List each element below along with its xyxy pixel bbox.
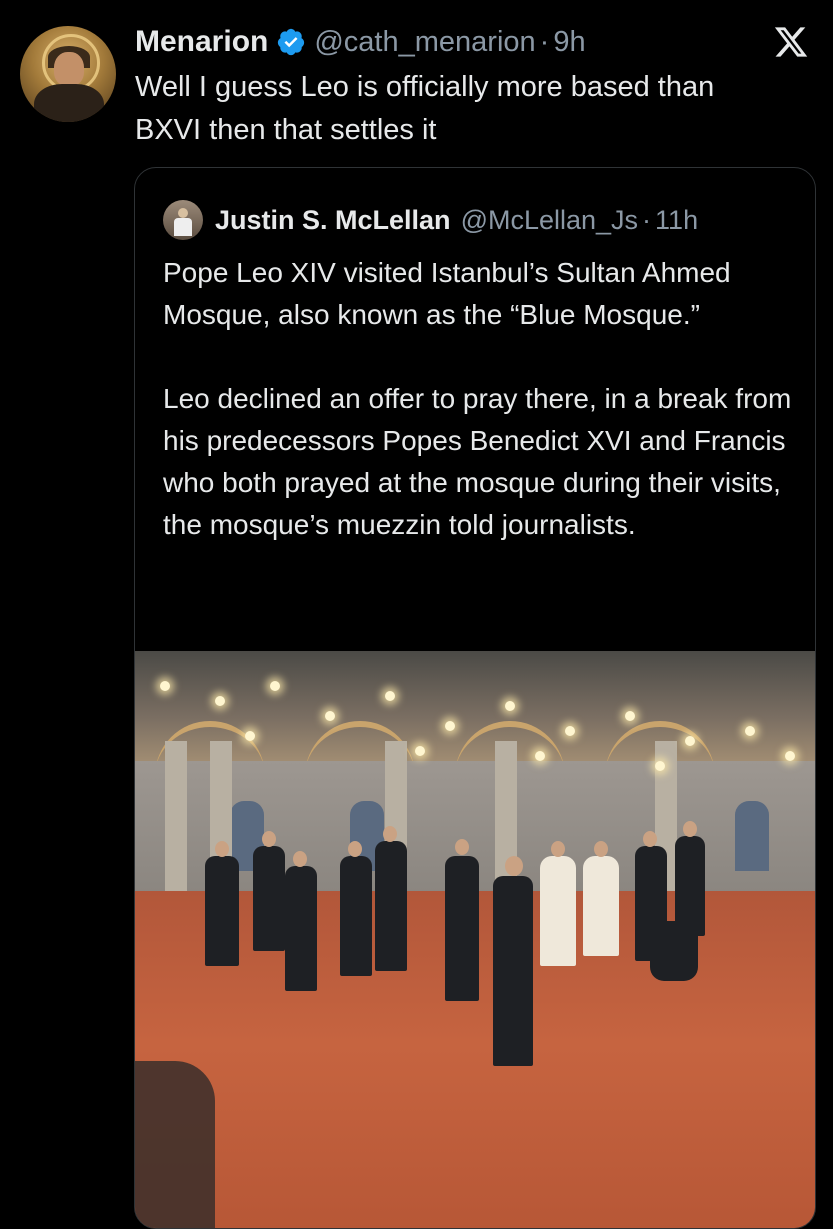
- quoted-tweet-text: Pope Leo XIV visited Istanbul’s Sultan A…: [163, 252, 793, 588]
- photo-lamp: [270, 681, 280, 691]
- photo-lamp: [685, 736, 695, 746]
- photo-person: [253, 846, 285, 951]
- photo-person: [285, 866, 317, 991]
- photo-person: [493, 876, 533, 1066]
- photo-window: [735, 801, 769, 871]
- x-logo-icon[interactable]: [773, 24, 809, 60]
- photo-person-kneeling: [650, 921, 698, 981]
- quoted-tweet-card[interactable]: Justin S. McLellan @McLellan_Js · 11h Po…: [134, 167, 816, 1229]
- dot-separator: ·: [539, 25, 550, 58]
- tweet-text-line-2: BXVI then that settles it: [135, 114, 437, 146]
- photo-person-head: [262, 831, 276, 847]
- photo-lamp: [535, 751, 545, 761]
- verified-badge-icon: [278, 28, 305, 56]
- photo-lamp: [245, 731, 255, 741]
- photo-person: [205, 856, 239, 966]
- avatar-face: [54, 52, 84, 86]
- photo-person-white: [583, 856, 619, 956]
- photo-lamp: [385, 691, 395, 701]
- photo-lamp: [655, 761, 665, 771]
- photo-lamp: [445, 721, 455, 731]
- photo-person-head: [383, 826, 397, 842]
- tweet-time[interactable]: 9h: [553, 26, 585, 59]
- photo-person-head: [643, 831, 657, 847]
- photo-lamp: [160, 681, 170, 691]
- avatar-robe: [34, 84, 104, 122]
- author-avatar[interactable]: [20, 26, 116, 122]
- photo-person-head: [505, 856, 523, 876]
- photo-person: [375, 841, 407, 971]
- photo-person-head: [215, 841, 229, 857]
- author-name[interactable]: Menarion: [135, 25, 268, 59]
- photo-lamp: [625, 711, 635, 721]
- quoted-tweet-time[interactable]: 11h: [655, 205, 698, 236]
- avatar-head: [178, 208, 188, 218]
- photo-person-head: [348, 841, 362, 857]
- dot-separator: ·: [642, 204, 652, 235]
- avatar-body: [174, 218, 192, 236]
- photo-lamp: [325, 711, 335, 721]
- photo-person-head: [293, 851, 307, 867]
- author-handle[interactable]: @cath_menarion: [314, 26, 535, 59]
- photo-lamp: [415, 746, 425, 756]
- photo-lamp: [745, 726, 755, 736]
- quoted-author-handle[interactable]: @McLellan_Js: [461, 205, 638, 236]
- photo-person-white: [540, 856, 576, 966]
- quoted-tweet-header: Justin S. McLellan @McLellan_Js · 11h: [163, 200, 698, 240]
- quoted-paragraph-1: Pope Leo XIV visited Istanbul’s Sultan A…: [163, 257, 731, 330]
- photo-lamp: [565, 726, 575, 736]
- quoted-author-name[interactable]: Justin S. McLellan: [215, 205, 451, 236]
- photo-person-head: [455, 839, 469, 855]
- quoted-author-avatar[interactable]: [163, 200, 203, 240]
- photo-foreground-blur: [135, 1061, 215, 1228]
- quoted-paragraph-2: Leo declined an offer to pray there, in …: [163, 383, 792, 540]
- tweet-text-line-1: Well I guess Leo is officially more base…: [135, 71, 715, 103]
- tweet-header: Menarion @cath_menarion · 9h: [135, 22, 586, 62]
- photo-lamp: [505, 701, 515, 711]
- photo-lamp: [215, 696, 225, 706]
- photo-person: [340, 856, 372, 976]
- photo-person-head: [683, 821, 697, 837]
- photo-person: [445, 856, 479, 1001]
- photo-person-head: [551, 841, 565, 857]
- photo-person-head: [594, 841, 608, 857]
- photo-lamp: [785, 751, 795, 761]
- tweet-text: Well I guess Leo is officially more base…: [135, 66, 815, 152]
- mosque-visit-photo[interactable]: [135, 651, 815, 1228]
